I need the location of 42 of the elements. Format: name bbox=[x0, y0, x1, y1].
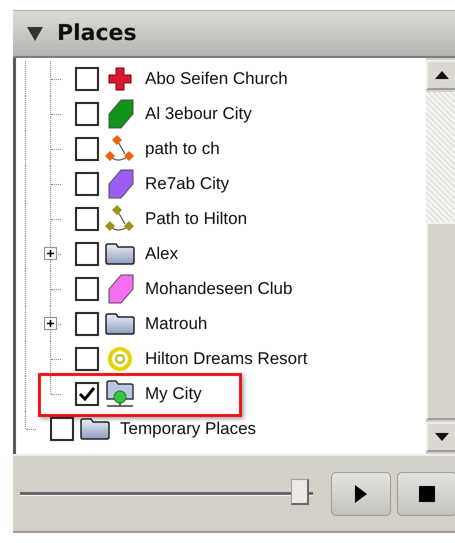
tree-item-label[interactable]: Temporary Places bbox=[120, 418, 256, 438]
slider-thumb[interactable] bbox=[291, 478, 310, 504]
network-folder-icon bbox=[105, 378, 135, 408]
expand-toggle[interactable] bbox=[44, 317, 57, 330]
plus-icon bbox=[45, 248, 56, 259]
panel-title: Places bbox=[57, 21, 137, 46]
plus-icon bbox=[45, 318, 56, 329]
stop-button[interactable] bbox=[397, 472, 455, 516]
checkbox[interactable] bbox=[75, 276, 99, 300]
checkbox[interactable] bbox=[75, 172, 99, 196]
tree-item-label[interactable]: Re7ab City bbox=[145, 174, 230, 194]
tree-item-label[interactable]: Abo Seifen Church bbox=[145, 68, 288, 88]
tree-item-label[interactable]: Matrouh bbox=[145, 314, 208, 334]
checkbox[interactable] bbox=[75, 346, 99, 370]
tree-item-label[interactable]: Mohandeseen Club bbox=[145, 278, 292, 298]
down-arrow-icon bbox=[435, 433, 449, 441]
tree-item-label[interactable]: Alex bbox=[145, 244, 178, 264]
scroll-thumb[interactable] bbox=[426, 222, 455, 420]
stop-icon bbox=[419, 486, 435, 502]
scrollbar[interactable] bbox=[426, 58, 455, 454]
collapse-toggle-icon[interactable] bbox=[27, 26, 43, 40]
path-icon bbox=[105, 134, 135, 164]
path-icon bbox=[105, 204, 135, 234]
up-arrow-icon bbox=[435, 71, 449, 79]
tree-item-label[interactable]: Hilton Dreams Resort bbox=[145, 348, 308, 368]
checkbox[interactable] bbox=[50, 416, 74, 440]
checkbox[interactable] bbox=[75, 66, 99, 90]
play-icon bbox=[355, 484, 367, 502]
tree-item-label[interactable]: Path to Hilton bbox=[145, 208, 248, 228]
play-button[interactable] bbox=[331, 472, 391, 516]
checkbox[interactable] bbox=[75, 206, 99, 230]
scroll-down-button[interactable] bbox=[426, 422, 455, 452]
checkbox[interactable] bbox=[75, 382, 99, 406]
expand-toggle[interactable] bbox=[44, 247, 57, 260]
tree-item-label[interactable]: Al 3ebour City bbox=[145, 104, 252, 124]
tree-item-label[interactable]: path to ch bbox=[145, 138, 220, 158]
checkbox[interactable] bbox=[75, 136, 99, 160]
checkbox[interactable] bbox=[75, 102, 99, 126]
scroll-up-button[interactable] bbox=[426, 60, 455, 90]
tree-item-label[interactable]: My City bbox=[145, 384, 202, 404]
checkbox[interactable] bbox=[75, 242, 99, 266]
checkbox[interactable] bbox=[75, 312, 99, 336]
